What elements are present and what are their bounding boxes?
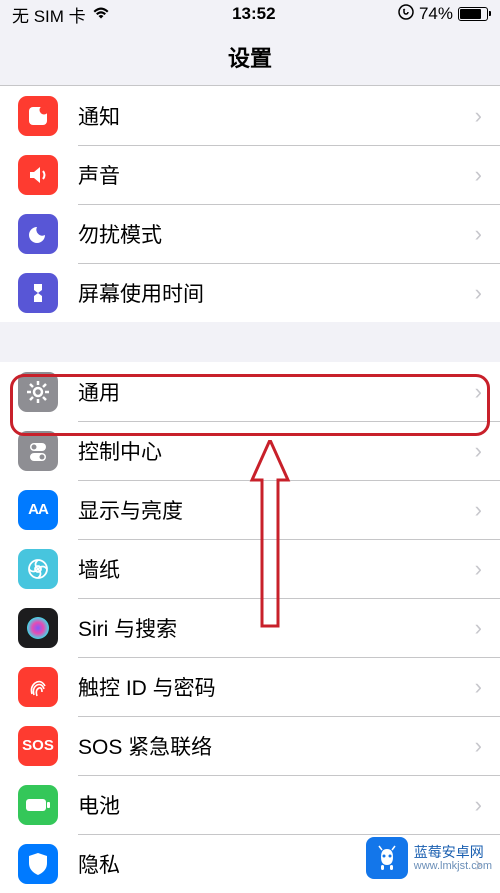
watermark: 蓝莓安卓网 www.lmkjst.com bbox=[366, 837, 492, 879]
chevron-right-icon: › bbox=[475, 674, 482, 700]
notification-icon bbox=[18, 96, 58, 136]
row-screen-time[interactable]: 屏幕使用时间 › bbox=[0, 263, 500, 322]
watermark-name: 蓝莓安卓网 bbox=[414, 844, 492, 861]
watermark-url: www.lmkjst.com bbox=[414, 860, 492, 872]
orientation-lock-icon bbox=[398, 4, 414, 25]
status-time: 13:52 bbox=[232, 4, 275, 24]
settings-section-2: 通用 › 控制中心 › AA 显示与亮度 › 墙纸 › Siri 与搜索 › 触… bbox=[0, 362, 500, 893]
watermark-text-block: 蓝莓安卓网 www.lmkjst.com bbox=[414, 844, 492, 873]
sos-icon: SOS bbox=[18, 726, 58, 766]
chevron-right-icon: › bbox=[475, 103, 482, 129]
row-wallpaper[interactable]: 墙纸 › bbox=[0, 539, 500, 598]
status-left: 无 SIM 卡 bbox=[12, 2, 110, 27]
row-sos[interactable]: SOS SOS 紧急联络 › bbox=[0, 716, 500, 775]
row-general[interactable]: 通用 › bbox=[0, 362, 500, 421]
chevron-right-icon: › bbox=[475, 615, 482, 641]
chevron-right-icon: › bbox=[475, 733, 482, 759]
chevron-right-icon: › bbox=[475, 379, 482, 405]
control-center-icon bbox=[18, 431, 58, 471]
display-brightness-icon: AA bbox=[18, 490, 58, 530]
page-title: 设置 bbox=[228, 41, 272, 73]
battery-settings-icon bbox=[18, 785, 58, 825]
chevron-right-icon: › bbox=[475, 497, 482, 523]
carrier-text: 无 SIM 卡 bbox=[12, 2, 86, 27]
chevron-right-icon: › bbox=[475, 221, 482, 247]
row-label: 屏幕使用时间 bbox=[78, 278, 475, 308]
row-label: 触控 ID 与密码 bbox=[78, 672, 475, 702]
row-label: 勿扰模式 bbox=[78, 219, 475, 249]
row-label: 声音 bbox=[78, 160, 475, 190]
row-label: 显示与亮度 bbox=[78, 495, 475, 525]
do-not-disturb-icon bbox=[18, 214, 58, 254]
chevron-right-icon: › bbox=[475, 792, 482, 818]
wifi-icon bbox=[92, 4, 110, 24]
privacy-icon bbox=[18, 844, 58, 884]
touchid-icon bbox=[18, 667, 58, 707]
row-label: SOS 紧急联络 bbox=[78, 731, 475, 761]
row-notifications[interactable]: 通知 › bbox=[0, 86, 500, 145]
row-control-center[interactable]: 控制中心 › bbox=[0, 421, 500, 480]
row-display-brightness[interactable]: AA 显示与亮度 › bbox=[0, 480, 500, 539]
chevron-right-icon: › bbox=[475, 162, 482, 188]
battery-icon bbox=[458, 7, 488, 21]
row-label: 控制中心 bbox=[78, 436, 475, 466]
chevron-right-icon: › bbox=[475, 280, 482, 306]
status-bar: 无 SIM 卡 13:52 74% bbox=[0, 0, 500, 28]
settings-section-1: 通知 › 声音 › 勿扰模式 › 屏幕使用时间 › bbox=[0, 86, 500, 322]
page-header: 设置 bbox=[0, 28, 500, 86]
sound-icon bbox=[18, 155, 58, 195]
row-touchid-passcode[interactable]: 触控 ID 与密码 › bbox=[0, 657, 500, 716]
row-do-not-disturb[interactable]: 勿扰模式 › bbox=[0, 204, 500, 263]
row-sounds[interactable]: 声音 › bbox=[0, 145, 500, 204]
siri-icon bbox=[18, 608, 58, 648]
row-label: 通用 bbox=[78, 377, 475, 407]
battery-pct: 74% bbox=[419, 4, 453, 24]
screen-time-icon bbox=[18, 273, 58, 313]
row-label: 电池 bbox=[78, 790, 475, 820]
row-battery[interactable]: 电池 › bbox=[0, 775, 500, 834]
row-siri-search[interactable]: Siri 与搜索 › bbox=[0, 598, 500, 657]
chevron-right-icon: › bbox=[475, 556, 482, 582]
row-label: Siri 与搜索 bbox=[78, 613, 475, 643]
row-label: 墙纸 bbox=[78, 554, 475, 584]
status-right: 74% bbox=[398, 4, 488, 25]
watermark-logo-icon bbox=[366, 837, 408, 879]
general-icon bbox=[18, 372, 58, 412]
wallpaper-icon bbox=[18, 549, 58, 589]
chevron-right-icon: › bbox=[475, 438, 482, 464]
row-label: 通知 bbox=[78, 101, 475, 131]
